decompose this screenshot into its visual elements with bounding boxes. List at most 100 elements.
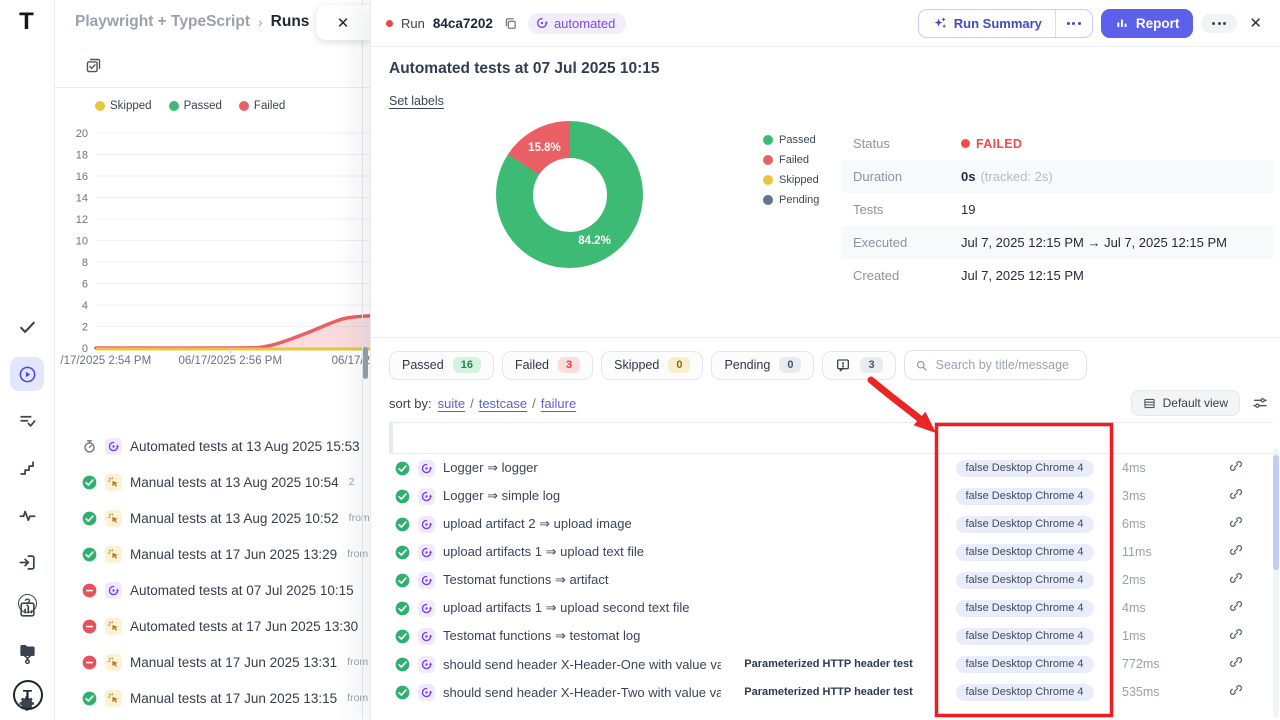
app-logo[interactable]: T bbox=[0, 8, 55, 284]
svg-text:20: 20 bbox=[76, 128, 88, 140]
copy-icon bbox=[503, 16, 518, 31]
table-row[interactable]: should send header X-Header-One with val… bbox=[389, 650, 1273, 678]
test-title: Testomat functions ⇒ testomat log bbox=[443, 628, 640, 644]
link-icon[interactable] bbox=[1229, 487, 1243, 506]
search-input[interactable] bbox=[936, 358, 1076, 372]
filter-pill[interactable]: Skipped 0 bbox=[601, 351, 703, 380]
link-icon[interactable] bbox=[1229, 655, 1243, 674]
list-check-icon[interactable] bbox=[10, 404, 44, 438]
run-summary-button[interactable]: Run Summary bbox=[919, 10, 1055, 37]
detail-row: Tests 19 bbox=[841, 193, 1273, 226]
panel-tabs bbox=[371, 304, 1280, 338]
panel-close-button[interactable]: ✕ bbox=[1245, 12, 1266, 34]
sort-link-failure[interactable]: failure bbox=[541, 396, 576, 411]
close-runs-tab[interactable]: ✕ bbox=[316, 5, 370, 40]
folder-icon[interactable] bbox=[11, 633, 45, 667]
panel-more-button[interactable] bbox=[1201, 14, 1237, 33]
svg-text:4: 4 bbox=[82, 300, 88, 312]
sort-link-testcase[interactable]: testcase bbox=[479, 396, 527, 411]
filter-pill[interactable]: Failed 3 bbox=[502, 351, 593, 380]
table-row[interactable]: Testomat functions ⇒ testomat log false … bbox=[389, 622, 1273, 650]
test-suite: Parameterized HTTP header test bbox=[721, 686, 936, 698]
link-icon[interactable] bbox=[1229, 543, 1243, 562]
legend-item: Passed bbox=[169, 100, 222, 112]
column-settings-button[interactable] bbox=[1252, 395, 1268, 411]
legend-item: Pending bbox=[763, 194, 819, 206]
run-title: Manual tests at 13 Aug 2025 10:54 bbox=[130, 475, 339, 490]
ellipsis-icon bbox=[1067, 22, 1081, 25]
steps-icon[interactable] bbox=[10, 451, 44, 485]
column-header[interactable] bbox=[392, 423, 393, 453]
legend-dot bbox=[763, 195, 773, 205]
automated-icon bbox=[418, 516, 435, 533]
test-runtime: 772ms bbox=[1113, 657, 1198, 671]
svg-text:18: 18 bbox=[76, 150, 88, 162]
detail-extra: (tracked: 2s) bbox=[980, 169, 1052, 184]
link-icon[interactable] bbox=[1229, 515, 1243, 534]
select-runs-icon[interactable] bbox=[85, 57, 102, 74]
meta-badge: false Desktop Chrome 4 bbox=[956, 628, 1094, 645]
breadcrumb-project[interactable]: Playwright + TypeScript bbox=[75, 13, 250, 31]
svg-text:8: 8 bbox=[82, 257, 88, 269]
svg-text:0: 0 bbox=[82, 343, 88, 355]
run-suffix: from bbox=[349, 512, 370, 524]
table-row[interactable]: should send header X-Header-Two with val… bbox=[389, 678, 1273, 706]
check-icon[interactable] bbox=[10, 310, 44, 344]
link-icon[interactable] bbox=[1229, 627, 1243, 646]
pulse-icon[interactable] bbox=[10, 498, 44, 532]
panel-scrollbar[interactable] bbox=[1273, 455, 1279, 570]
runs-scrollbar[interactable] bbox=[363, 347, 368, 379]
donut-hole bbox=[533, 158, 607, 232]
run-detail-panel: Run 84ca7202 automated Run Summary Repor… bbox=[370, 0, 1280, 720]
test-title: Testomat functions ⇒ artifact bbox=[443, 572, 609, 588]
legend-dot bbox=[763, 175, 773, 185]
manual-icon bbox=[105, 690, 122, 707]
link-icon[interactable] bbox=[1229, 599, 1243, 618]
table-row[interactable]: Logger ⇒ logger false Desktop Chrome 4 4… bbox=[389, 454, 1273, 482]
sort-link-suite[interactable]: suite bbox=[438, 396, 465, 411]
report-button[interactable]: Report bbox=[1101, 9, 1194, 38]
automated-badge[interactable]: automated bbox=[528, 13, 626, 34]
default-view-button[interactable]: Default view bbox=[1131, 390, 1240, 416]
detail-row: Executed Jul 7, 2025 12:15 PM → Jul 7, 2… bbox=[841, 226, 1273, 259]
import-icon[interactable] bbox=[10, 545, 44, 579]
test-title: upload artifacts 1 ⇒ upload second text … bbox=[443, 600, 690, 616]
detail-label: Duration bbox=[841, 169, 961, 184]
table-row[interactable]: Testomat functions ⇒ artifact false Desk… bbox=[389, 566, 1273, 594]
legend-dot bbox=[239, 101, 249, 111]
comments-filter-pill[interactable]: 3 bbox=[822, 351, 895, 380]
report-label: Report bbox=[1136, 16, 1180, 31]
copy-run-id-button[interactable] bbox=[501, 14, 520, 33]
table-row[interactable]: Logger ⇒ simple log false Desktop Chrome… bbox=[389, 482, 1273, 510]
legend-item: Passed bbox=[763, 134, 819, 146]
link-icon[interactable] bbox=[1229, 683, 1243, 702]
meta-badge: false Desktop Chrome 4 bbox=[956, 488, 1094, 505]
link-icon[interactable] bbox=[1229, 459, 1243, 478]
sort-separator: / bbox=[470, 396, 474, 411]
run-summary-more-button[interactable] bbox=[1056, 10, 1092, 37]
filter-pill[interactable]: Passed 16 bbox=[389, 351, 494, 380]
table-row[interactable]: upload artifacts 1 ⇒ upload text file fa… bbox=[389, 538, 1273, 566]
table-row[interactable]: upload artifact 2 ⇒ upload image false D… bbox=[389, 510, 1273, 538]
badge-label: automated bbox=[554, 16, 615, 31]
passed-icon bbox=[82, 547, 97, 562]
help-icon[interactable]: ? bbox=[11, 586, 45, 620]
test-title: should send header X-Header-One with val… bbox=[443, 657, 721, 672]
search-icon bbox=[915, 358, 928, 373]
automated-icon bbox=[535, 16, 549, 30]
close-icon: ✕ bbox=[1249, 15, 1262, 32]
set-labels-link[interactable]: Set labels bbox=[389, 94, 444, 108]
user-avatar[interactable]: T bbox=[13, 680, 43, 710]
link-icon[interactable] bbox=[1229, 571, 1243, 590]
test-runtime: 535ms bbox=[1113, 685, 1198, 699]
filter-pill[interactable]: Pending 0 bbox=[711, 351, 814, 380]
play-circle-icon[interactable] bbox=[10, 357, 44, 391]
donut-label-passed: 84.2% bbox=[578, 235, 611, 247]
test-runtime: 11ms bbox=[1113, 545, 1198, 559]
detail-row: Duration 0s (tracked: 2s) bbox=[841, 160, 1273, 193]
test-runtime: 1ms bbox=[1113, 629, 1198, 643]
table-row[interactable]: upload artifacts 1 ⇒ upload second text … bbox=[389, 594, 1273, 622]
automated-icon bbox=[418, 656, 435, 673]
meta-badge: false Desktop Chrome 4 bbox=[956, 460, 1094, 477]
legend-item: Failed bbox=[763, 154, 819, 166]
